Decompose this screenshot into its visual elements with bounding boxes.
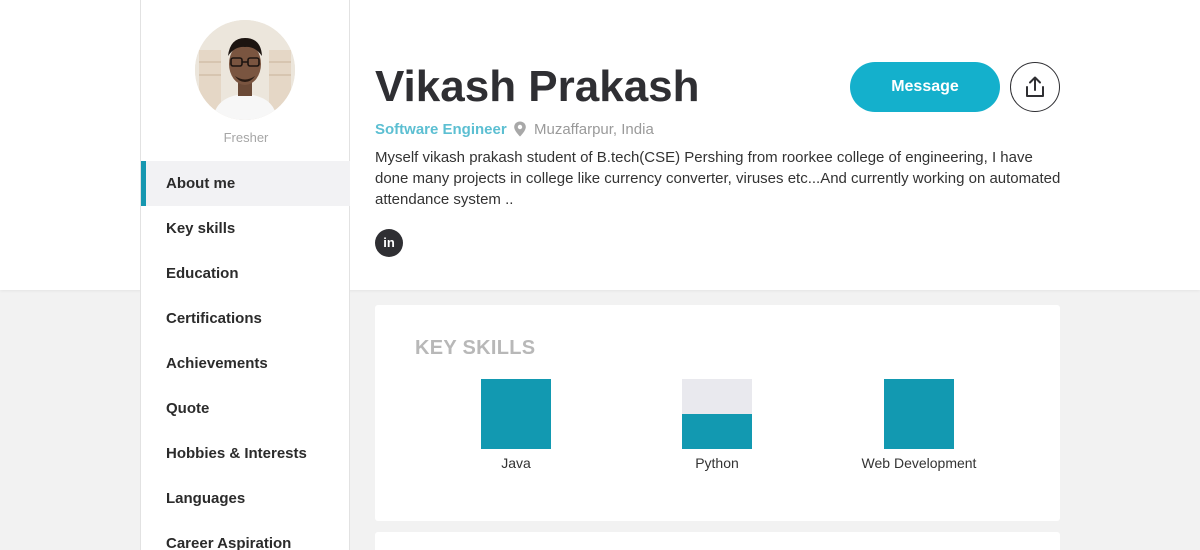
nav-item-achievements[interactable]: Achievements — [141, 341, 350, 386]
skill-item-web-development: Web Development — [839, 379, 999, 471]
skill-item-java: Java — [436, 379, 596, 471]
nav-item-key-skills[interactable]: Key skills — [141, 206, 350, 251]
skill-label: Python — [695, 455, 739, 471]
nav-item-quote[interactable]: Quote — [141, 386, 350, 431]
skill-label: Web Development — [861, 455, 977, 471]
profile-location: Muzaffarpur, India — [534, 121, 654, 138]
profile-name: Vikash Prakash — [375, 62, 700, 111]
key-skills-title: KEY SKILLS — [415, 337, 536, 359]
skill-level-bar — [682, 379, 752, 449]
nav-item-certifications[interactable]: Certifications — [141, 296, 350, 341]
nav-item-about-me[interactable]: About me — [141, 161, 350, 206]
skill-level-fill — [884, 379, 954, 449]
share-button[interactable] — [1010, 62, 1060, 112]
location-pin-icon — [514, 121, 526, 137]
skill-level-fill — [682, 414, 752, 449]
nav-item-languages[interactable]: Languages — [141, 476, 350, 521]
nav-item-education[interactable]: Education — [141, 251, 350, 296]
avatar — [195, 20, 295, 120]
message-button[interactable]: Message — [850, 62, 1000, 112]
profile-role: Software Engineer — [375, 121, 507, 138]
profile-section-nav: About me Key skills Education Certificat… — [141, 161, 350, 550]
nav-item-hobbies-interests[interactable]: Hobbies & Interests — [141, 431, 350, 476]
linkedin-icon[interactable]: in — [375, 229, 403, 257]
avatar-photo — [195, 20, 295, 120]
key-skills-card: KEY SKILLS Java Python Web Development — [375, 305, 1060, 521]
skill-level-bar — [481, 379, 551, 449]
nav-item-career-aspiration[interactable]: Career Aspiration — [141, 521, 350, 550]
skill-label: Java — [501, 455, 531, 471]
sidebar: Fresher About me Key skills Education Ce… — [140, 0, 350, 550]
skill-item-python: Python — [637, 379, 797, 471]
skill-level-fill — [481, 379, 551, 449]
experience-status: Fresher — [223, 130, 269, 145]
share-upload-icon — [1026, 76, 1044, 97]
skill-level-bar — [884, 379, 954, 449]
next-section-card — [375, 532, 1060, 550]
profile-about-text: Myself vikash prakash student of B.tech(… — [375, 149, 1061, 208]
